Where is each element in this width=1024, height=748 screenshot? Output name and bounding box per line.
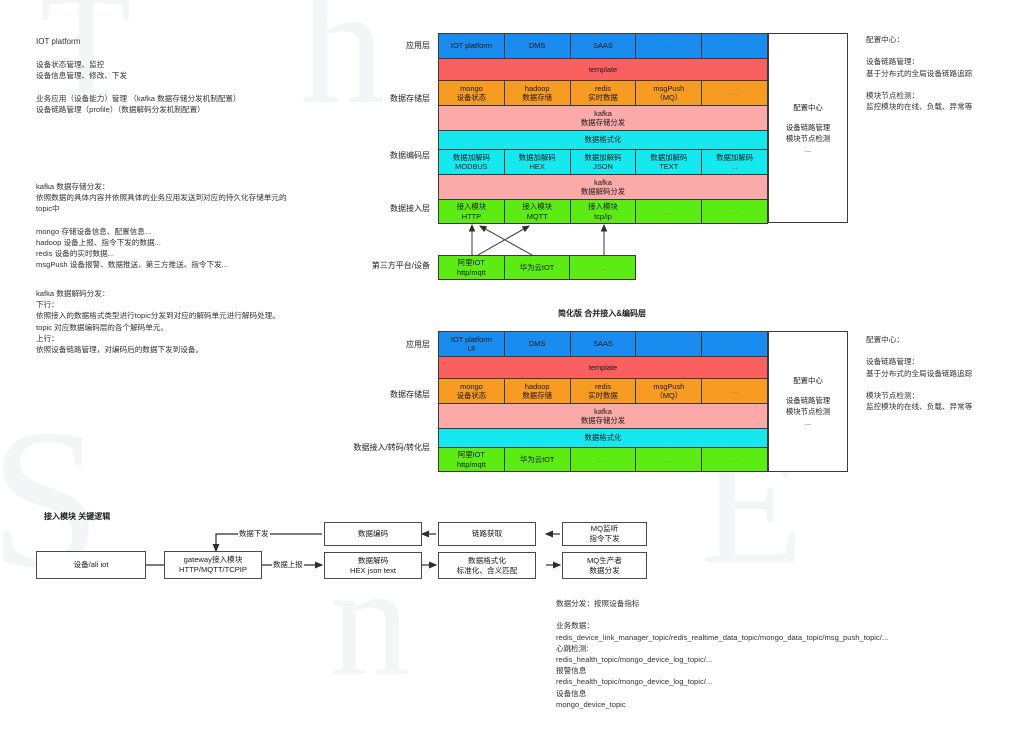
flow-box-line-2: HTTP/MQTT/TCPIP bbox=[179, 565, 247, 574]
layer-label: 数据存储层 bbox=[390, 390, 430, 399]
cell-line-2: 数据存储 bbox=[522, 391, 552, 400]
cell-line-1: ... bbox=[730, 386, 740, 396]
cell-line-1: 阿里IOT bbox=[457, 450, 485, 460]
flow-topics-note: 数据分发：按照设备指标 业务数据： redis_device_link_mana… bbox=[556, 599, 889, 709]
arch2-grid: IOT platform UI DMS SAAS...... template mongo… bbox=[438, 331, 768, 472]
cell-line-1: kafka bbox=[594, 406, 612, 416]
cell-line-1: 华为云IOT bbox=[519, 454, 555, 464]
cell-line-1: template bbox=[588, 362, 618, 372]
flow-title: 接入模块 关键逻辑 bbox=[44, 512, 111, 521]
arch2-cell[interactable]: ... bbox=[702, 332, 767, 356]
flow-edge-label-downstream: 数据下发 bbox=[238, 528, 270, 539]
flow-box-mq-producer[interactable]: MQ生产者 数据分发 bbox=[562, 552, 647, 579]
cell-line-1: hadoop bbox=[524, 381, 550, 391]
arch2-row-kafka-storage-dispatch: kafka 数据存储分发 bbox=[438, 403, 768, 428]
arch2-cell[interactable]: hadoop 数据存储 bbox=[504, 379, 571, 403]
flow-box-line-1: 数据解码 bbox=[357, 555, 389, 565]
flow-box-encode[interactable]: 数据编码 bbox=[324, 522, 422, 546]
cell-line-1: ... bbox=[598, 454, 608, 464]
cell-line-2: UI bbox=[467, 344, 476, 353]
cell-line-1: ... bbox=[730, 454, 740, 464]
flow-box-line-1: 链路获取 bbox=[471, 529, 503, 538]
arch2-cell[interactable]: 华为云IOT bbox=[504, 448, 571, 471]
flow-box-line-1: MQ生产者 bbox=[586, 555, 622, 565]
flow-box-format[interactable]: 数据格式化 标准化、含义匹配 bbox=[438, 552, 536, 579]
flow-box-line-1: 数据格式化 bbox=[468, 555, 506, 565]
arch2-row-storage: mongo 设备状态 hadoop 数据存储 redis 实时数据 msgPush （MQ）.… bbox=[438, 378, 768, 403]
cell-line-1: IOT platform bbox=[450, 334, 492, 344]
cell-line-2: （MQ） bbox=[655, 391, 683, 400]
flow-box-device[interactable]: 设备/ali iot bbox=[36, 551, 146, 579]
flow-box-mq-listener[interactable]: MQ监听 指令下发 bbox=[562, 522, 647, 546]
cell-line-2: 设备状态 bbox=[456, 391, 487, 400]
arch2-row-application: IOT platform UI DMS SAAS...... bbox=[438, 331, 768, 356]
flow-box-line-1: MQ监听 bbox=[590, 524, 619, 533]
cell-line-1: SAAS bbox=[593, 339, 613, 349]
flow-box-line-2: 数据分发 bbox=[589, 565, 620, 575]
cell-line-2: http/mqtt bbox=[457, 459, 486, 469]
flow-box-line-2: 标准化、含义匹配 bbox=[456, 565, 518, 575]
arch2-cell[interactable]: ... bbox=[636, 332, 703, 356]
arch2-cell[interactable]: kafka 数据存储分发 bbox=[439, 404, 767, 428]
arch2-cell[interactable]: ... bbox=[702, 448, 767, 471]
flow-box-decode[interactable]: 数据解码 HEX json text bbox=[324, 552, 422, 579]
arch2-cell[interactable]: ... bbox=[570, 448, 637, 471]
arch2-row-template: template bbox=[438, 356, 768, 378]
cell-line-1: msgPush bbox=[653, 381, 685, 391]
flow-box-link-fetch[interactable]: 链路获取 bbox=[438, 522, 536, 546]
arch2-cell[interactable]: ... bbox=[702, 379, 767, 403]
flow-box-line-2: HEX json text bbox=[349, 565, 396, 575]
layer-label: 应用层 bbox=[406, 340, 430, 349]
arch2-cell[interactable]: msgPush （MQ） bbox=[636, 379, 703, 403]
flow-edge-label-upstream: 数据上报 bbox=[272, 559, 304, 570]
arch2-cell[interactable]: template bbox=[439, 357, 767, 378]
cell-line-1: DMS bbox=[528, 339, 546, 349]
cell-line-1: mongo bbox=[460, 381, 483, 391]
flow-box-line-1: gateway接入模块 bbox=[183, 555, 243, 564]
cell-line-1: ... bbox=[730, 339, 740, 349]
arch2-cell[interactable]: redis 实时数据 bbox=[570, 379, 637, 403]
flow-box-line-1: 设备/ali iot bbox=[73, 560, 109, 569]
arch2-cell[interactable]: SAAS bbox=[570, 332, 637, 356]
arch2-cell[interactable]: DMS bbox=[504, 332, 571, 356]
flow-box-gateway[interactable]: gateway接入模块 HTTP/MQTT/TCPIP bbox=[164, 551, 262, 579]
arch2-cell[interactable]: mongo 设备状态 bbox=[439, 379, 505, 403]
flow-box-line-1: 数据编码 bbox=[357, 529, 389, 538]
arch2-row-access: 阿里IOT http/mqtt 华为云IOT......... bbox=[438, 447, 768, 472]
cell-line-1: ... bbox=[664, 339, 674, 349]
cell-line-1: ... bbox=[664, 454, 674, 464]
arch2-cell[interactable]: IOT platform UI bbox=[439, 332, 505, 356]
cell-line-2: 数据存储分发 bbox=[580, 416, 626, 425]
cell-line-1: redis bbox=[594, 381, 611, 391]
cell-line-2: 实时数据 bbox=[588, 391, 618, 400]
flow-box-line-2: 指令下发 bbox=[589, 534, 620, 543]
cell-line-1: 数据格式化 bbox=[584, 433, 622, 443]
arch2-cell[interactable]: ... bbox=[636, 448, 703, 471]
arch2-cell[interactable]: 数据格式化 bbox=[439, 429, 767, 447]
layer-label: 数据接入/转码/转化层 bbox=[353, 443, 430, 452]
arch2-config-note: 配置中心： 设备链路管理： 基于分布式的全局设备链路追踪 模块节点检测： 监控模… bbox=[866, 335, 973, 412]
arch2-cell[interactable]: 阿里IOT http/mqtt bbox=[439, 448, 505, 471]
arch2-row-data-format: 数据格式化 bbox=[438, 428, 768, 447]
